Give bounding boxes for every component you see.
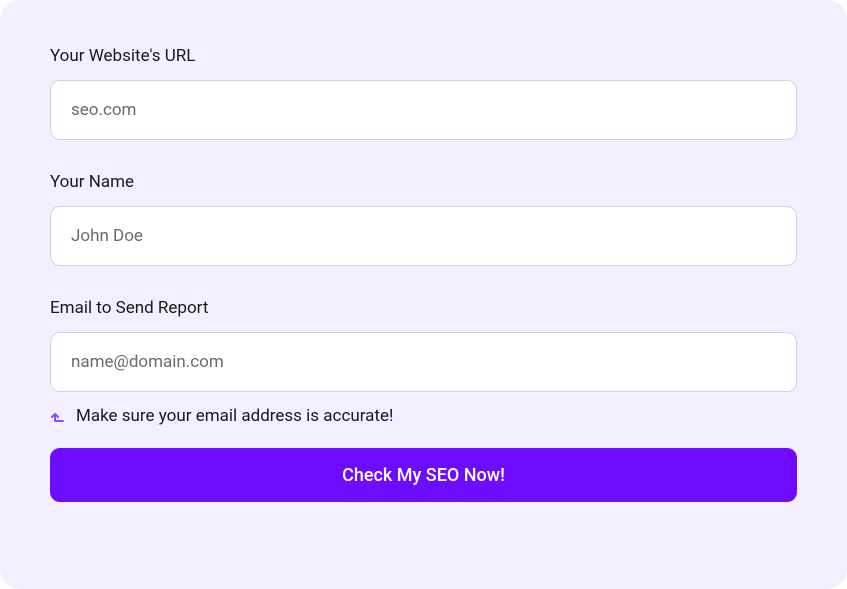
url-label: Your Website's URL <box>50 46 797 66</box>
email-helper-row: Make sure your email address is accurate… <box>50 406 797 426</box>
url-field-group: Your Website's URL <box>50 46 797 140</box>
name-field-group: Your Name <box>50 172 797 266</box>
seo-check-form: Your Website's URL Your Name Email to Se… <box>0 0 847 589</box>
url-input[interactable] <box>50 80 797 140</box>
email-input[interactable] <box>50 332 797 392</box>
name-input[interactable] <box>50 206 797 266</box>
email-label: Email to Send Report <box>50 298 797 318</box>
email-helper-text: Make sure your email address is accurate… <box>76 406 393 426</box>
email-field-group: Email to Send Report Make sure your emai… <box>50 298 797 426</box>
submit-button[interactable]: Check My SEO Now! <box>50 448 797 502</box>
arrow-up-icon <box>50 408 66 424</box>
name-label: Your Name <box>50 172 797 192</box>
